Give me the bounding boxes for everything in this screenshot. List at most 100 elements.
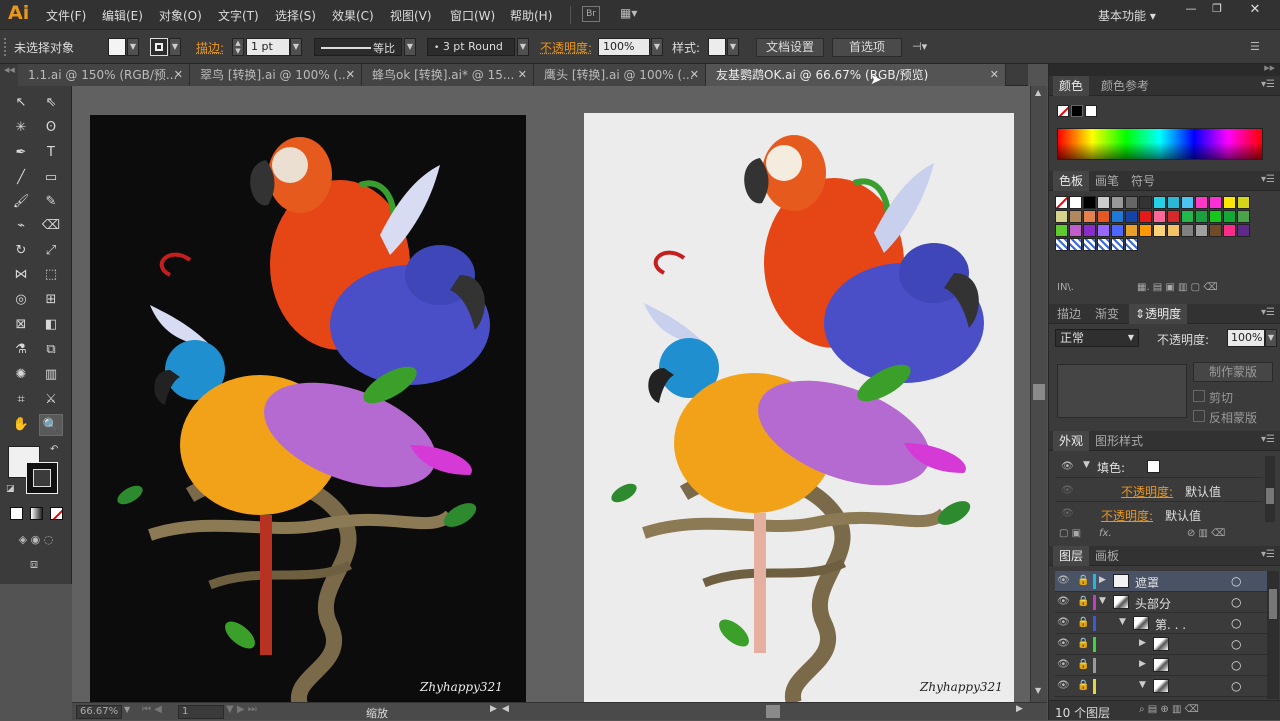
color-swatch[interactable] bbox=[1055, 210, 1068, 223]
color-swatch[interactable] bbox=[1209, 196, 1222, 209]
panel-menu-icon[interactable]: ▾☰ bbox=[1261, 174, 1275, 185]
align-options-icon[interactable]: ⊣▾ bbox=[912, 40, 927, 53]
swatch-actions-icon[interactable]: ▦. ▤ ▣ ▥ ▢ ⌫ bbox=[1137, 282, 1217, 293]
screen-mode-icon[interactable]: ⧈ bbox=[22, 554, 46, 576]
eraser-tool-icon[interactable]: ⌫ bbox=[39, 215, 63, 237]
color-swatch[interactable] bbox=[1237, 210, 1250, 223]
tab-appearance[interactable]: 外观 bbox=[1053, 431, 1090, 451]
color-swatch[interactable] bbox=[1153, 196, 1166, 209]
tab-graphic-styles[interactable]: 图形样式 bbox=[1089, 431, 1149, 451]
gradient-tool-icon[interactable]: ◧ bbox=[39, 314, 63, 336]
tab-close-icon[interactable]: ✕ bbox=[690, 64, 699, 86]
opacity-label[interactable]: 不透明度: bbox=[540, 39, 592, 56]
scale-tool-icon[interactable]: ⤢ bbox=[39, 240, 63, 262]
slice-tool-icon[interactable]: ⚔ bbox=[39, 389, 63, 411]
expand-triangle-icon[interactable]: ▶ bbox=[1139, 659, 1146, 669]
tab-artboards[interactable]: 画板 bbox=[1089, 546, 1125, 566]
scroll-up-icon[interactable]: ▲ bbox=[1035, 88, 1041, 97]
white-color-swatch[interactable] bbox=[1085, 105, 1097, 117]
dock-collapse-icon[interactable]: ▶▶ bbox=[1049, 64, 1280, 76]
stroke-swatch[interactable] bbox=[150, 38, 168, 56]
zoom-dropdown-icon[interactable]: ▼ bbox=[124, 705, 130, 714]
color-swatch[interactable] bbox=[1125, 224, 1138, 237]
style-swatch[interactable] bbox=[708, 38, 726, 56]
color-swatch[interactable] bbox=[1097, 224, 1110, 237]
layer-row[interactable]: 👁 🔒 ▶ ○ bbox=[1055, 655, 1275, 676]
tab-symbols[interactable]: 符号 bbox=[1125, 171, 1161, 191]
none-color-icon[interactable] bbox=[1057, 105, 1069, 117]
rectangle-tool-icon[interactable]: ▭ bbox=[39, 167, 63, 189]
color-swatch[interactable] bbox=[1237, 196, 1250, 209]
mesh-tool-icon[interactable]: ⊠ bbox=[9, 314, 33, 336]
shape-builder-tool-icon[interactable]: ◎ bbox=[9, 289, 33, 311]
clear-appearance-icon[interactable]: ⊘ ▥ ⌫ bbox=[1187, 528, 1225, 539]
stroke-dropdown-icon[interactable]: ▼ bbox=[169, 38, 181, 56]
minimize-icon[interactable]: — bbox=[1180, 2, 1202, 18]
color-swatch[interactable] bbox=[1125, 196, 1138, 209]
line-tool-icon[interactable]: ╱ bbox=[9, 167, 33, 189]
color-swatch[interactable] bbox=[1111, 210, 1124, 223]
swap-fill-stroke-icon[interactable]: ↶ bbox=[50, 444, 58, 455]
width-tool-icon[interactable]: ⋈ bbox=[9, 264, 33, 286]
rotate-tool-icon[interactable]: ↻ bbox=[9, 240, 33, 262]
color-swatch[interactable] bbox=[1167, 196, 1180, 209]
layer-target-icon[interactable]: ○ bbox=[1231, 679, 1241, 693]
lock-icon[interactable]: 🔒 bbox=[1077, 680, 1089, 692]
layer-target-icon[interactable]: ○ bbox=[1231, 595, 1241, 609]
status-menu-icon[interactable]: ▶ bbox=[490, 704, 497, 714]
brush-select[interactable]: • 3 pt Round bbox=[427, 38, 515, 56]
swatch-library-icon[interactable]: IN\. bbox=[1057, 282, 1074, 293]
color-swatch[interactable] bbox=[1055, 196, 1068, 209]
document-setup-button[interactable]: 文档设置 bbox=[756, 38, 824, 57]
swatch-grid[interactable] bbox=[1055, 196, 1265, 252]
visibility-eye-icon[interactable]: 👁 bbox=[1061, 485, 1074, 497]
color-swatch[interactable] bbox=[1125, 210, 1138, 223]
tab-stroke[interactable]: 描边 bbox=[1051, 304, 1087, 324]
tab-close-icon[interactable]: ✕ bbox=[990, 64, 999, 86]
artboard-light[interactable]: Zhyhappy321 bbox=[584, 113, 1014, 702]
tab-close-icon[interactable]: ✕ bbox=[518, 64, 527, 86]
symbol-sprayer-tool-icon[interactable]: ✺ bbox=[9, 364, 33, 386]
fill-swatch[interactable] bbox=[108, 38, 126, 56]
color-swatch[interactable] bbox=[1167, 224, 1180, 237]
artboard-number-input[interactable]: 1 bbox=[178, 705, 224, 719]
stroke-label[interactable]: 描边: bbox=[196, 39, 224, 56]
color-swatch[interactable] bbox=[1069, 224, 1082, 237]
lock-icon[interactable]: 🔒 bbox=[1077, 617, 1089, 629]
eyedropper-tool-icon[interactable]: ⚗ bbox=[9, 339, 33, 361]
color-swatch[interactable] bbox=[1195, 224, 1208, 237]
color-swatch[interactable] bbox=[1181, 224, 1194, 237]
tab-transparency[interactable]: ⇕透明度 bbox=[1129, 304, 1188, 324]
zoom-tool-icon[interactable]: 🔍 bbox=[39, 414, 63, 436]
layer-row[interactable]: 👁 🔒 ▶ 遮罩 ○ bbox=[1055, 571, 1275, 592]
visibility-eye-icon[interactable]: 👁 bbox=[1057, 638, 1070, 650]
magic-wand-tool-icon[interactable]: ✳ bbox=[9, 117, 33, 139]
color-swatch[interactable] bbox=[1097, 210, 1110, 223]
panel-menu-icon[interactable]: ▾☰ bbox=[1261, 434, 1275, 445]
color-swatch[interactable] bbox=[1223, 224, 1236, 237]
document-tab[interactable]: 鹰头 [转换].ai @ 100% (... ✕ bbox=[534, 64, 706, 86]
color-swatch[interactable] bbox=[1167, 210, 1180, 223]
menu-select[interactable]: 选择(S) bbox=[275, 7, 316, 24]
color-swatch[interactable] bbox=[1223, 196, 1236, 209]
panel-menu-icon[interactable]: ▾☰ bbox=[1261, 549, 1275, 560]
document-tab[interactable]: 蜂鸟ok [转换].ai* @ 15... ✕ bbox=[362, 64, 534, 86]
tab-color[interactable]: 颜色 bbox=[1053, 76, 1090, 96]
workspace-switcher[interactable]: 基本功能 ▾ bbox=[1098, 7, 1156, 24]
brush-dropdown-icon[interactable]: ▼ bbox=[517, 38, 529, 56]
pattern-swatch[interactable] bbox=[1069, 238, 1082, 251]
style-dropdown-icon[interactable]: ▼ bbox=[727, 38, 739, 56]
arrange-documents-icon[interactable]: ▦▾ bbox=[620, 6, 650, 22]
appearance-opacity-label[interactable]: 不透明度: bbox=[1101, 507, 1153, 524]
menu-edit[interactable]: 编辑(E) bbox=[102, 7, 143, 24]
menu-type[interactable]: 文字(T) bbox=[218, 7, 259, 24]
tab-swatches[interactable]: 色板 bbox=[1053, 171, 1090, 191]
color-swatch[interactable] bbox=[1083, 196, 1096, 209]
direct-selection-tool-icon[interactable]: ⇖ bbox=[39, 92, 63, 114]
free-transform-tool-icon[interactable]: ⬚ bbox=[39, 264, 63, 286]
color-swatch[interactable] bbox=[1181, 196, 1194, 209]
document-tab-active[interactable]: 友基鹦鹉OK.ai @ 66.67% (RGB/预览) ✕ bbox=[706, 64, 1006, 86]
pattern-swatch[interactable] bbox=[1097, 238, 1110, 251]
stroke-weight-dropdown-icon[interactable]: ▼ bbox=[290, 38, 302, 56]
artboard-dark[interactable]: Zhyhappy321 bbox=[90, 115, 526, 702]
